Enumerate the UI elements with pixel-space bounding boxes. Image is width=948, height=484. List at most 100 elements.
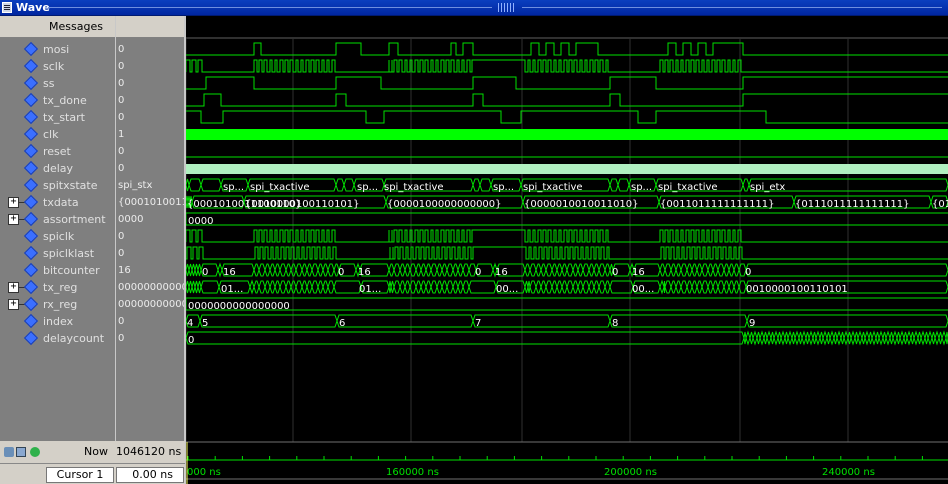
signal-value: 0000000000000 [118, 282, 184, 293]
signal-name: delaycount [43, 332, 105, 345]
signal-name: assortment [43, 213, 106, 226]
signal-diamond-icon [23, 330, 39, 346]
spitxstate-label: sp... [493, 182, 514, 193]
signal-value: 0000000000000 [118, 299, 184, 310]
signal-value: 0 [118, 163, 125, 174]
bitcounter-label: 16 [358, 267, 371, 278]
tx-reg-label: 00... [496, 284, 518, 295]
signal-diamond-icon [23, 126, 39, 142]
signal-row-bitcounter[interactable]: bitcounter [0, 262, 115, 279]
ss-wave [186, 76, 948, 90]
index-label: 8 [612, 318, 618, 329]
signal-row-delay[interactable]: delay [0, 160, 115, 177]
signal-row-spitxstate[interactable]: spitxstate [0, 177, 115, 194]
signal-diamond-icon [23, 160, 39, 176]
signal-row-txdata[interactable]: + txdata [0, 194, 115, 211]
zoom-icon[interactable] [4, 447, 14, 457]
signal-diamond-icon [23, 211, 39, 227]
signal-row-tx-start[interactable]: tx_start [0, 109, 115, 126]
signal-value: spi_stx [118, 180, 153, 191]
timeline-tick-label: 160000 ns [386, 467, 439, 478]
waveform-canvas[interactable]: sp... spi_txactive sp... spi_txactive sp... s… [186, 16, 948, 484]
signal-value: 0 [118, 316, 125, 327]
bitcounter-label: 0 [202, 267, 208, 278]
spitxstate-label: sp... [631, 182, 652, 193]
bitcounter-label: 0 [475, 267, 481, 278]
signal-diamond-icon [23, 228, 39, 244]
index-bus [186, 314, 948, 328]
signal-name: reset [43, 145, 71, 158]
signal-diamond-icon [23, 58, 39, 74]
index-label: 4 [187, 318, 193, 329]
expand-plus-icon[interactable]: + [8, 214, 19, 225]
titlebar-rule-right [522, 7, 942, 8]
now-value: 1046120 ns [116, 445, 182, 458]
signal-value: 0 [118, 231, 125, 242]
signal-row-spiclk[interactable]: spiclk [0, 228, 115, 245]
cursor-time[interactable]: 0.00 ns [116, 467, 184, 483]
signal-diamond-icon [23, 296, 39, 312]
tx-start-wave [186, 110, 948, 124]
delaycount-label: 0 [188, 335, 194, 346]
rx-reg-label: 0000000000000000 [188, 301, 290, 312]
titlebar-grip[interactable] [498, 3, 516, 12]
signal-name: spiclk [43, 230, 75, 243]
delaycount-bus [186, 330, 948, 346]
txdata-label: {0000010010011010} [524, 199, 639, 210]
tx-done-wave [186, 93, 948, 107]
values-header [116, 16, 184, 38]
delay-wave [186, 164, 948, 174]
bitcounter-label: 16 [223, 267, 236, 278]
signal-row-tx-reg[interactable]: + tx_reg [0, 279, 115, 296]
expand-plus-icon[interactable]: + [8, 197, 19, 208]
signal-name: tx_start [43, 111, 85, 124]
signal-row-mosi[interactable]: mosi [0, 41, 115, 58]
window-icon[interactable] [16, 447, 26, 457]
spiclklast-wave [186, 246, 948, 260]
window-title: Wave [16, 1, 50, 14]
expand-plus-icon[interactable]: + [8, 282, 19, 293]
signal-row-rx-reg[interactable]: + rx_reg [0, 296, 115, 313]
signal-diamond-icon [23, 194, 39, 210]
bitcounter-label: 16 [632, 267, 645, 278]
rx-reg-bus [186, 297, 948, 311]
signal-name: spitxstate [43, 179, 98, 192]
signal-diamond-icon [23, 177, 39, 193]
signal-name: clk [43, 128, 59, 141]
signal-value: 0 [118, 44, 125, 55]
add-icon[interactable] [30, 447, 40, 457]
cursor-row: Cursor 1 0.00 ns [0, 463, 185, 484]
signal-row-delaycount[interactable]: delaycount [0, 330, 115, 347]
signal-value: 1 [118, 129, 125, 140]
signal-row-clk[interactable]: clk [0, 126, 115, 143]
expand-plus-icon[interactable]: + [8, 299, 19, 310]
signal-name: tx_reg [43, 281, 78, 294]
spitxstate-label: sp... [223, 182, 244, 193]
cursor-name[interactable]: Cursor 1 [46, 467, 114, 483]
signal-row-tx-done[interactable]: tx_done [0, 92, 115, 109]
signal-row-index[interactable]: index [0, 313, 115, 330]
assortment-label: 0000 [188, 216, 213, 227]
signal-row-reset[interactable]: reset [0, 143, 115, 160]
messages-header: Messages [0, 16, 115, 38]
signal-row-ss[interactable]: ss [0, 75, 115, 92]
window-icon[interactable] [2, 2, 12, 13]
signal-name: index [43, 315, 74, 328]
now-label: Now [84, 445, 108, 458]
signal-diamond-icon [23, 75, 39, 91]
signal-row-assortment[interactable]: + assortment [0, 211, 115, 228]
txdata-label: {0000100000000000} [387, 199, 502, 210]
signal-name: ss [43, 77, 55, 90]
waveform-pane[interactable]: sp... spi_txactive sp... spi_txactive sp... s… [186, 16, 948, 484]
index-label: 5 [202, 318, 208, 329]
signal-value: 16 [118, 265, 131, 276]
tx-reg-label: 0010000100110101 [746, 284, 848, 295]
tx-reg-label: 01... [221, 284, 243, 295]
signal-row-sclk[interactable]: sclk [0, 58, 115, 75]
signal-row-spiclklast[interactable]: spiclklast [0, 245, 115, 262]
spiclk-wave [186, 229, 948, 243]
signal-value: 0 [118, 78, 125, 89]
txdata-label: {0011011111111111} [660, 199, 775, 210]
signal-diamond-icon [23, 313, 39, 329]
timeline-tick-label: 240000 ns [822, 467, 875, 478]
